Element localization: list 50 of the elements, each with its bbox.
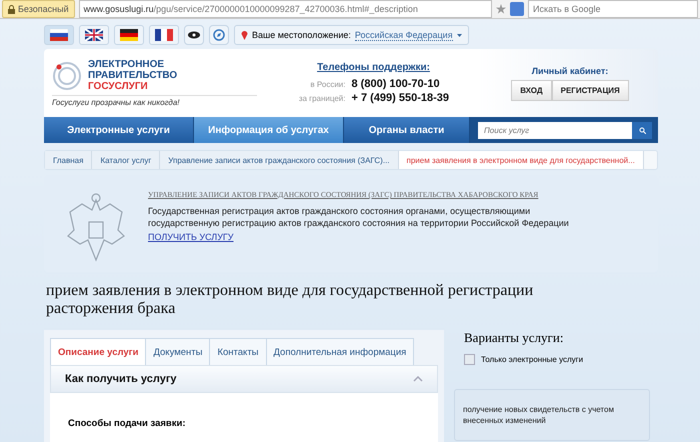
address-bar[interactable]: www.gosuslugi.ru/pgu/service/2700000010000099287_42700036.html#_description: [78, 0, 492, 18]
search-field[interactable]: Искать в Google: [528, 0, 698, 18]
compass-icon[interactable]: [209, 25, 229, 45]
logo-text: ЭЛЕКТРОННОЕ ПРАВИТЕЛЬСТВО ГОСУСЛУГИ: [88, 59, 178, 92]
security-badge[interactable]: Безопасный: [2, 0, 75, 18]
tab[interactable]: Контакты: [209, 338, 267, 365]
flag-icon: [50, 29, 68, 41]
cabinet-button[interactable]: ВХОД: [511, 80, 552, 100]
breadcrumb[interactable]: Каталог услуг: [92, 151, 160, 169]
breadcrumb[interactable]: Главная: [45, 151, 92, 169]
phone-label: в России:: [309, 80, 346, 89]
map-pin-icon: [241, 30, 248, 40]
location-dropdown[interactable]: Российская Федерация: [354, 30, 453, 40]
variants-title: Варианты услуги:: [464, 330, 564, 346]
eye-icon[interactable]: [184, 25, 204, 45]
agency-description: Государственная регистрация актов гражданского состояния органами, осуществляющими государственную регистрацию актов гражданского состояния на территории Российской Федерации: [148, 205, 570, 229]
language-button[interactable]: [149, 25, 179, 45]
tab[interactable]: Дополнительная информация: [266, 338, 414, 365]
get-service-link[interactable]: ПОЛУЧИТЬ УСЛУГУ: [148, 232, 234, 242]
support-title: Телефоны поддержки:: [317, 62, 430, 73]
tab[interactable]: Документы: [145, 338, 210, 365]
flag-icon: [120, 29, 138, 41]
search-icon[interactable]: [632, 122, 652, 138]
star-icon[interactable]: [496, 4, 506, 14]
phone-number: 8 (800) 100-70-10: [352, 78, 441, 90]
caret-icon: [456, 34, 462, 36]
cabinet-title: Личный кабинет:: [532, 66, 608, 76]
variant-item[interactable]: получение новых свидетельств с учетом внесенных изменений: [454, 389, 650, 441]
logo-icon: [52, 60, 82, 90]
flag-icon: [85, 29, 103, 41]
service-search-field[interactable]: Поиск услуг: [478, 122, 632, 138]
checkbox-label: Только электронные услуги: [481, 355, 584, 364]
language-button[interactable]: [79, 25, 109, 45]
lock-icon: [8, 4, 15, 14]
phone-label: за границей:: [298, 94, 346, 103]
cabinet-button[interactable]: РЕГИСТРАЦИЯ: [552, 80, 629, 100]
tab[interactable]: Описание услуги: [50, 338, 146, 365]
slogan: Госуслуги прозрачны как никогда!: [52, 95, 257, 107]
breadcrumb[interactable]: прием заявления в электронном виде для государственной...: [398, 151, 644, 169]
language-button[interactable]: [114, 25, 144, 45]
section-title: Как получить услугу: [65, 373, 177, 385]
breadcrumb[interactable]: Управление записи актов гражданского состояния (ЗАГС)...: [160, 151, 399, 169]
checkbox[interactable]: [464, 354, 475, 365]
language-button[interactable]: [44, 25, 74, 45]
location-label: Ваше местоположение:: [252, 30, 351, 40]
section-header[interactable]: Как получить услугу: [50, 365, 438, 393]
page-title: прием заявления в электронном виде для государственной регистрации расторжения брака: [46, 282, 534, 318]
phone-number: + 7 (499) 550-18-39: [352, 92, 450, 104]
flag-icon: [155, 29, 173, 41]
section-subtitle: Способы подачи заявки:: [68, 418, 186, 429]
